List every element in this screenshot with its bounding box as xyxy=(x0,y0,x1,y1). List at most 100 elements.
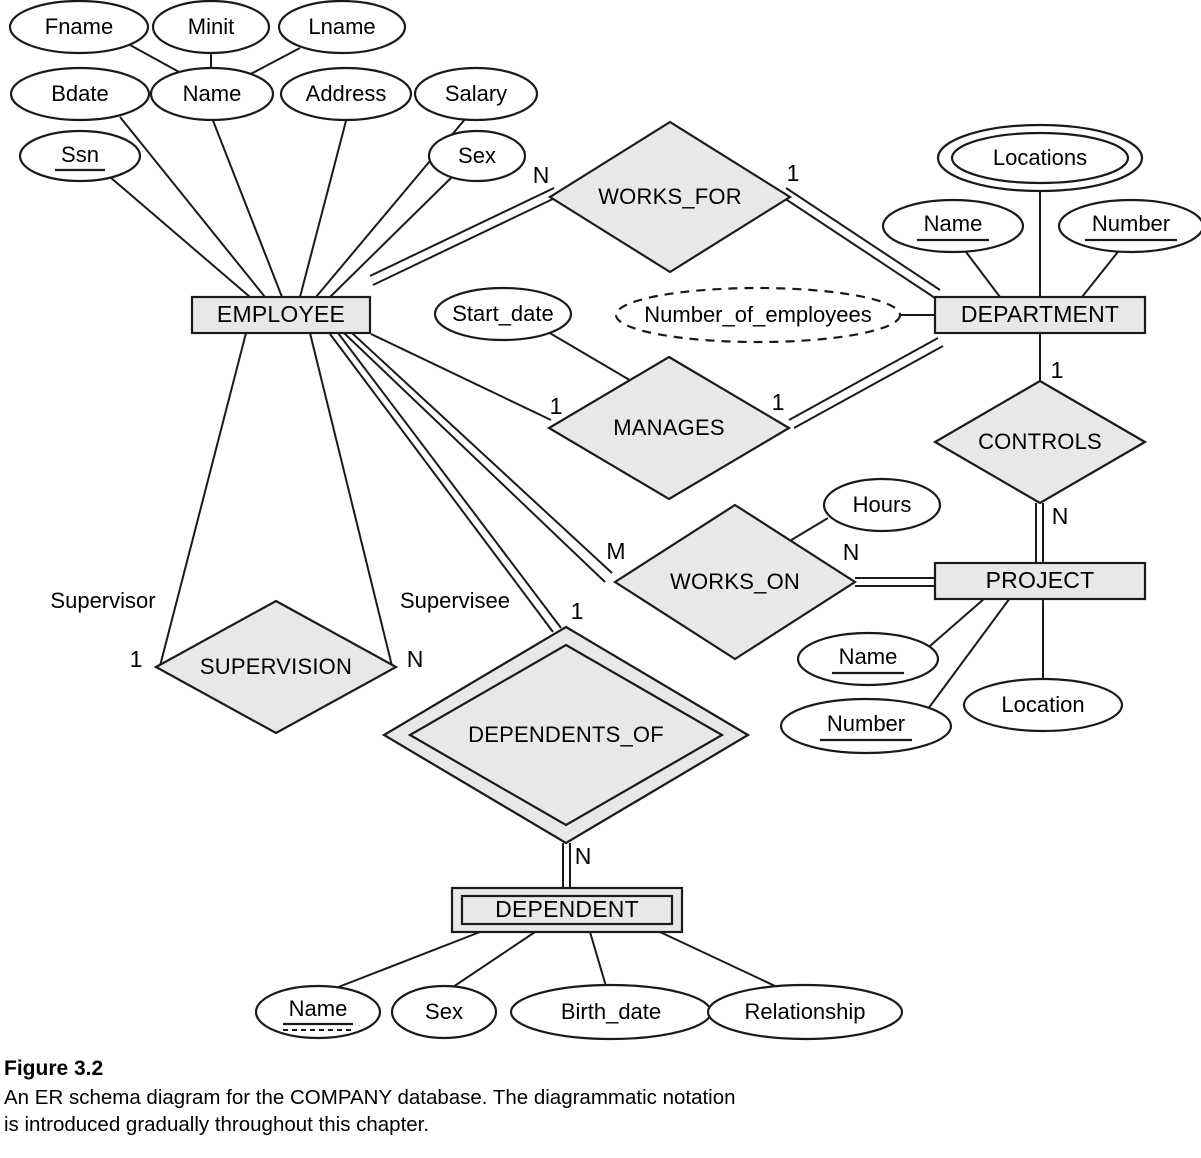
attribute-label-number-of-employees: Number_of_employees xyxy=(644,302,871,327)
attribute-label-proj-number: Number xyxy=(827,711,905,736)
attribute-dep-name[interactable]: Name xyxy=(254,984,382,1040)
attribute-lname[interactable]: Lname xyxy=(277,0,407,55)
attribute-minit[interactable]: Minit xyxy=(151,0,271,55)
entity-dependent[interactable]: DEPENDENT xyxy=(450,886,684,934)
attribute-label-bdate: Bdate xyxy=(51,81,109,106)
cardinality-controls-project: N xyxy=(1052,503,1069,529)
figure-title: Figure 3.2 xyxy=(4,1057,104,1080)
cardinality-dependents-of-employee: 1 xyxy=(571,598,584,624)
entity-label-dependent: DEPENDENT xyxy=(495,896,639,922)
role-label-supervisee: Supervisee xyxy=(400,588,510,613)
entity-label-employee: EMPLOYEE xyxy=(217,301,345,327)
cardinality-manages-department: 1 xyxy=(772,389,785,415)
attribute-salary[interactable]: Salary xyxy=(413,66,539,122)
relationship-supervision[interactable]: SUPERVISION xyxy=(153,599,399,735)
cardinality-manages-employee: 1 xyxy=(550,393,563,419)
relationship-label-controls: CONTROLS xyxy=(978,429,1102,454)
attribute-dept-locations[interactable]: Locations xyxy=(936,123,1144,193)
line-manages-department-a xyxy=(788,337,939,421)
attribute-label-minit: Minit xyxy=(188,14,234,39)
cardinality-controls-department: 1 xyxy=(1051,357,1064,383)
attribute-number-of-employees[interactable]: Number_of_employees xyxy=(614,286,902,344)
attribute-sex[interactable]: Sex xyxy=(427,129,527,183)
relationship-manages[interactable]: MANAGES xyxy=(546,355,792,501)
relationship-works-on[interactable]: WORKS_ON xyxy=(612,503,858,661)
attribute-label-dept-name: Name xyxy=(924,211,983,236)
cardinality-works-for-department: 1 xyxy=(787,160,800,186)
cardinality-supervision-supervisee: N xyxy=(407,646,424,672)
attribute-dept-number[interactable]: Number xyxy=(1057,198,1201,254)
entity-label-project: PROJECT xyxy=(986,567,1095,593)
line-depbirth-dependent xyxy=(589,931,609,994)
figure-caption-text: An ER schema diagram for the COMPANY dat… xyxy=(4,1086,736,1136)
attribute-fname[interactable]: Fname xyxy=(8,0,150,55)
line-employee-manages xyxy=(370,333,552,421)
line-employee-works_on-b xyxy=(343,332,606,583)
role-label-supervisor: Supervisor xyxy=(50,588,155,613)
line-deptname-department xyxy=(962,247,1001,298)
line-deprel-dependent xyxy=(659,931,791,994)
attribute-label-salary: Salary xyxy=(445,81,507,106)
attribute-address[interactable]: Address xyxy=(279,66,413,122)
attribute-ssn[interactable]: Ssn xyxy=(18,129,142,183)
relationship-controls[interactable]: CONTROLS xyxy=(932,379,1148,505)
attribute-label-proj-location: Location xyxy=(1001,692,1084,717)
line-bdate-employee xyxy=(119,116,266,298)
attribute-label-ssn: Ssn xyxy=(61,142,99,167)
attribute-label-address: Address xyxy=(306,81,387,106)
er-schema-diagram: WORKS_FOR MANAGES CONTROLS WORKS_ON SUPE… xyxy=(8,0,1201,1041)
line-employee-works_for-a xyxy=(369,187,555,277)
cardinality-supervision-supervisor: 1 xyxy=(130,646,143,672)
line-manages-department-b xyxy=(793,345,944,429)
attribute-bdate[interactable]: Bdate xyxy=(9,66,151,122)
line-name-employee xyxy=(211,117,283,298)
entity-employee[interactable]: EMPLOYEE xyxy=(190,295,372,335)
attribute-label-dep-relationship: Relationship xyxy=(744,999,865,1024)
attribute-label-start-date: Start_date xyxy=(452,301,554,326)
attribute-dep-relationship[interactable]: Relationship xyxy=(706,983,904,1041)
relationship-label-manages: MANAGES xyxy=(613,415,724,440)
attribute-label-lname: Lname xyxy=(308,14,375,39)
cardinality-dependents-of-dependent: N xyxy=(575,843,592,869)
attribute-label-dept-number: Number xyxy=(1092,211,1170,236)
relationship-label-works-on: WORKS_ON xyxy=(670,569,800,594)
attribute-label-name: Name xyxy=(183,81,242,106)
line-deptnumber-department xyxy=(1081,247,1122,298)
attribute-hours[interactable]: Hours xyxy=(822,477,942,533)
figure-caption: Figure 3.2 An ER schema diagram for the … xyxy=(4,1055,904,1138)
attribute-dept-name[interactable]: Name xyxy=(881,198,1025,254)
attribute-start-date[interactable]: Start_date xyxy=(433,286,573,342)
line-employee-works_for-b xyxy=(372,196,558,286)
attribute-label-hours: Hours xyxy=(853,492,912,517)
attribute-label-dept-locations: Locations xyxy=(993,145,1087,170)
line-address-employee xyxy=(299,116,348,298)
line-sex-employee xyxy=(329,176,453,298)
cardinality-works-on-employee: M xyxy=(606,538,625,564)
attribute-proj-name[interactable]: Name xyxy=(796,631,940,687)
attribute-proj-location[interactable]: Location xyxy=(962,677,1124,733)
attribute-dep-birth-date[interactable]: Birth_date xyxy=(509,983,713,1041)
relationship-dependents-of[interactable]: DEPENDENTS_OF xyxy=(381,625,751,845)
attribute-dep-sex[interactable]: Sex xyxy=(390,984,498,1040)
entity-department[interactable]: DEPARTMENT xyxy=(933,295,1147,335)
entity-label-department: DEPARTMENT xyxy=(961,301,1119,327)
relationship-works-for[interactable]: WORKS_FOR xyxy=(547,120,793,274)
line-employee-supervision-supervisor xyxy=(159,332,247,667)
relationship-label-supervision: SUPERVISION xyxy=(200,654,352,679)
cardinality-works-for-employee: N xyxy=(533,162,550,188)
attribute-label-dep-name: Name xyxy=(289,996,348,1021)
attribute-label-dep-birth-date: Birth_date xyxy=(561,999,661,1024)
attribute-name-composite[interactable]: Name xyxy=(149,66,275,122)
relationship-label-dependents-of: DEPENDENTS_OF xyxy=(468,722,664,747)
attribute-proj-number[interactable]: Number xyxy=(779,697,953,755)
cardinality-works-on-project: N xyxy=(843,539,860,565)
line-employee-supervision-supervisee xyxy=(309,332,393,667)
attribute-label-fname: Fname xyxy=(45,14,113,39)
relationship-label-works-for: WORKS_FOR xyxy=(598,184,742,209)
entity-project[interactable]: PROJECT xyxy=(933,561,1147,601)
attribute-label-dep-sex: Sex xyxy=(425,999,463,1024)
attribute-label-proj-name: Name xyxy=(839,644,898,669)
line-projname-project xyxy=(929,597,986,647)
attribute-label-sex: Sex xyxy=(458,143,496,168)
line-ssn-employee xyxy=(109,176,251,298)
